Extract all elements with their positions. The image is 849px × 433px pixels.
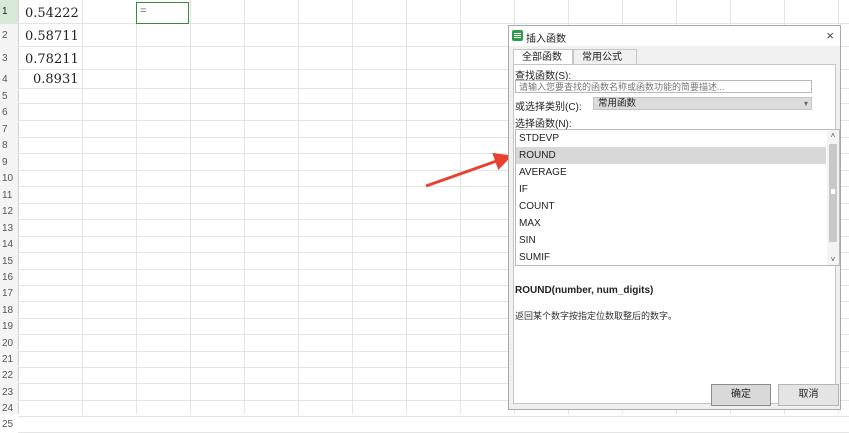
function-item[interactable]: STDEVP	[516, 130, 826, 147]
scroll-thumb[interactable]	[829, 144, 837, 242]
scroll-up-icon[interactable]: ˄	[827, 131, 839, 140]
row-number[interactable]: 24	[0, 401, 18, 417]
row-number[interactable]: 21	[0, 352, 18, 368]
row-number[interactable]: 1	[0, 0, 18, 24]
row-number[interactable]: 20	[0, 335, 18, 352]
row-number[interactable]: 5	[0, 89, 18, 104]
row-number[interactable]: 10	[0, 171, 18, 187]
function-item[interactable]: SIN	[516, 232, 826, 249]
insert-function-dialog: 插入函数 × 全部函数 常用公式 查找函数(S): 或选择类别(C): 常用函数…	[508, 25, 841, 410]
active-cell[interactable]: =	[136, 2, 189, 24]
category-label: 或选择类别(C):	[515, 102, 582, 113]
function-item[interactable]: COUNT	[516, 198, 826, 215]
column-gridline	[406, 0, 407, 414]
cell-a1[interactable]: 0.54222	[25, 6, 79, 21]
category-value: 常用函数	[598, 98, 637, 109]
functions-label: 选择函数(N):	[515, 119, 572, 130]
row-number[interactable]: 17	[0, 286, 18, 302]
search-input[interactable]	[515, 80, 812, 93]
column-gridline	[136, 0, 137, 414]
category-select[interactable]: 常用函数 ▾	[593, 97, 812, 110]
row-number[interactable]: 19	[0, 319, 18, 335]
list-scrollbar[interactable]: ˄ ˅	[827, 130, 839, 265]
column-gridline	[82, 0, 83, 414]
function-item[interactable]: SUMIF	[516, 249, 826, 265]
cell-a2[interactable]: 0.58711	[25, 29, 79, 44]
row-number[interactable]: 4	[0, 70, 18, 89]
row-number[interactable]: 9	[0, 154, 18, 171]
function-description: 返回某个数字按指定位数取整后的数字。	[515, 311, 678, 321]
function-list[interactable]: ˄ ˅ STDEVP ROUND AVERAGE IF COUNT MAX SIN SUMIF	[515, 129, 840, 266]
cell-a3[interactable]: 0.78211	[25, 52, 79, 67]
function-item[interactable]: IF	[516, 181, 826, 198]
row-number[interactable]: 16	[0, 270, 18, 286]
dialog-title: 插入函数	[526, 34, 566, 45]
active-cell-text: =	[140, 5, 147, 17]
row-number[interactable]: 11	[0, 187, 18, 204]
column-gridline	[460, 0, 461, 414]
dropdown-arrow-icon: ▾	[803, 99, 808, 108]
row-number[interactable]: 8	[0, 138, 18, 154]
column-gridline	[352, 0, 353, 414]
row-number[interactable]: 23	[0, 384, 18, 401]
cancel-button[interactable]: 取消	[778, 384, 839, 406]
row-number[interactable]: 15	[0, 253, 18, 270]
app-icon	[512, 30, 523, 41]
function-item[interactable]: AVERAGE	[516, 164, 826, 181]
scroll-down-icon[interactable]: ˅	[827, 255, 839, 264]
column-gridline	[190, 0, 191, 414]
row-number[interactable]: 3	[0, 47, 18, 70]
row-number[interactable]: 13	[0, 220, 18, 237]
row-number[interactable]: 7	[0, 121, 18, 138]
ok-button[interactable]: 确定	[711, 384, 771, 406]
row-number[interactable]: 22	[0, 368, 18, 384]
row-number[interactable]: 25	[0, 417, 18, 433]
tab-common-formulas[interactable]: 常用公式	[573, 49, 637, 65]
row-header: 1 2 3 4 5 6 7 8 9 10 11 12 13 14 15 16 17 18 19 20 21 22 23 24 2…	[0, 0, 19, 430]
tab-all-functions[interactable]: 全部函数	[513, 49, 573, 65]
close-icon[interactable]: ×	[826, 28, 834, 43]
function-item[interactable]: ROUND	[516, 147, 826, 164]
column-gridline	[298, 0, 299, 414]
dialog-titlebar[interactable]: 插入函数 ×	[509, 26, 840, 46]
row-gridline	[18, 416, 849, 417]
row-number[interactable]: 14	[0, 237, 18, 253]
cell-a4[interactable]: 0.8931	[33, 72, 79, 87]
row-number[interactable]: 12	[0, 204, 18, 220]
row-number[interactable]: 18	[0, 302, 18, 319]
column-gridline	[244, 0, 245, 414]
function-syntax: ROUND(number, num_digits)	[515, 285, 654, 296]
row-number[interactable]: 6	[0, 104, 18, 121]
row-number[interactable]: 2	[0, 24, 18, 47]
function-item[interactable]: MAX	[516, 215, 826, 232]
